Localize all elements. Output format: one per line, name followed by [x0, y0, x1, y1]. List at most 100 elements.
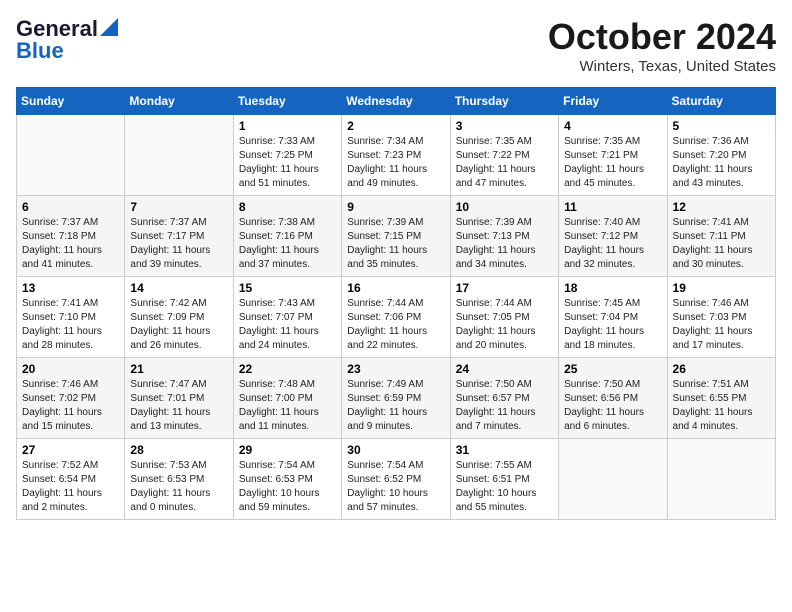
calendar-week-4: 27 Sunrise: 7:52 AMSunset: 6:54 PMDayligh… [17, 439, 776, 520]
day-number: 27 [22, 443, 119, 457]
logo-icon [100, 18, 118, 36]
calendar-week-2: 13 Sunrise: 7:41 AMSunset: 7:10 PMDayligh… [17, 277, 776, 358]
day-info: Sunrise: 7:36 AMSunset: 7:20 PMDaylight:… [673, 135, 770, 191]
day-info: Sunrise: 7:35 AMSunset: 7:21 PMDaylight:… [564, 135, 661, 191]
calendar-week-0: 1 Sunrise: 7:33 AMSunset: 7:25 PMDaylight… [17, 115, 776, 196]
title-area: October 2024 Winters, Texas, United Stat… [548, 16, 776, 75]
calendar-cell: 13 Sunrise: 7:41 AMSunset: 7:10 PMDayligh… [17, 277, 125, 358]
day-number: 3 [456, 119, 553, 133]
day-info: Sunrise: 7:37 AMSunset: 7:17 PMDaylight:… [130, 216, 227, 272]
calendar-cell: 19 Sunrise: 7:46 AMSunset: 7:03 PMDayligh… [667, 277, 775, 358]
day-info: Sunrise: 7:45 AMSunset: 7:04 PMDaylight:… [564, 297, 661, 353]
day-info: Sunrise: 7:55 AMSunset: 6:51 PMDaylight:… [456, 459, 553, 515]
day-info: Sunrise: 7:49 AMSunset: 6:59 PMDaylight:… [347, 378, 444, 434]
day-number: 6 [22, 200, 119, 214]
day-info: Sunrise: 7:46 AMSunset: 7:03 PMDaylight:… [673, 297, 770, 353]
calendar-cell: 16 Sunrise: 7:44 AMSunset: 7:06 PMDayligh… [342, 277, 450, 358]
calendar-cell [559, 439, 667, 520]
day-info: Sunrise: 7:41 AMSunset: 7:11 PMDaylight:… [673, 216, 770, 272]
day-info: Sunrise: 7:51 AMSunset: 6:55 PMDaylight:… [673, 378, 770, 434]
logo-blue: Blue [16, 38, 64, 64]
calendar-cell: 12 Sunrise: 7:41 AMSunset: 7:11 PMDayligh… [667, 196, 775, 277]
day-info: Sunrise: 7:35 AMSunset: 7:22 PMDaylight:… [456, 135, 553, 191]
day-info: Sunrise: 7:52 AMSunset: 6:54 PMDaylight:… [22, 459, 119, 515]
calendar-cell: 18 Sunrise: 7:45 AMSunset: 7:04 PMDayligh… [559, 277, 667, 358]
day-number: 17 [456, 281, 553, 295]
calendar-cell: 1 Sunrise: 7:33 AMSunset: 7:25 PMDaylight… [233, 115, 341, 196]
calendar-cell: 10Sunrise: 7:39 AMSunset: 7:13 PMDayligh… [450, 196, 558, 277]
day-number: 11 [564, 200, 661, 214]
calendar-cell: 8Sunrise: 7:38 AMSunset: 7:16 PMDaylight… [233, 196, 341, 277]
day-number: 23 [347, 362, 444, 376]
day-info: Sunrise: 7:44 AMSunset: 7:05 PMDaylight:… [456, 297, 553, 353]
calendar-cell: 9Sunrise: 7:39 AMSunset: 7:15 PMDaylight… [342, 196, 450, 277]
calendar-cell: 3 Sunrise: 7:35 AMSunset: 7:22 PMDaylight… [450, 115, 558, 196]
day-info: Sunrise: 7:40 AMSunset: 7:12 PMDaylight:… [564, 216, 661, 272]
day-info: Sunrise: 7:54 AMSunset: 6:53 PMDaylight:… [239, 459, 336, 515]
day-info: Sunrise: 7:46 AMSunset: 7:02 PMDaylight:… [22, 378, 119, 434]
day-number: 18 [564, 281, 661, 295]
day-number: 26 [673, 362, 770, 376]
calendar-table: SundayMondayTuesdayWednesdayThursdayFrid… [16, 87, 776, 520]
day-number: 16 [347, 281, 444, 295]
col-header-thursday: Thursday [450, 88, 558, 115]
calendar-cell [667, 439, 775, 520]
day-number: 29 [239, 443, 336, 457]
calendar-week-3: 20 Sunrise: 7:46 AMSunset: 7:02 PMDayligh… [17, 358, 776, 439]
calendar-cell: 30 Sunrise: 7:54 AMSunset: 6:52 PMDayligh… [342, 439, 450, 520]
calendar-cell: 22Sunrise: 7:48 AMSunset: 7:00 PMDayligh… [233, 358, 341, 439]
day-number: 2 [347, 119, 444, 133]
day-info: Sunrise: 7:37 AMSunset: 7:18 PMDaylight:… [22, 216, 119, 272]
day-number: 21 [130, 362, 227, 376]
day-number: 13 [22, 281, 119, 295]
day-number: 28 [130, 443, 227, 457]
calendar-cell: 29 Sunrise: 7:54 AMSunset: 6:53 PMDayligh… [233, 439, 341, 520]
day-number: 8 [239, 200, 336, 214]
day-info: Sunrise: 7:50 AMSunset: 6:57 PMDaylight:… [456, 378, 553, 434]
calendar-cell: 17 Sunrise: 7:44 AMSunset: 7:05 PMDayligh… [450, 277, 558, 358]
calendar-cell: 21 Sunrise: 7:47 AMSunset: 7:01 PMDayligh… [125, 358, 233, 439]
day-info: Sunrise: 7:50 AMSunset: 6:56 PMDaylight:… [564, 378, 661, 434]
calendar-cell: 27 Sunrise: 7:52 AMSunset: 6:54 PMDayligh… [17, 439, 125, 520]
day-number: 24 [456, 362, 553, 376]
day-info: Sunrise: 7:39 AMSunset: 7:13 PMDaylight:… [456, 216, 553, 272]
day-number: 19 [673, 281, 770, 295]
col-header-tuesday: Tuesday [233, 88, 341, 115]
day-info: Sunrise: 7:53 AMSunset: 6:53 PMDaylight:… [130, 459, 227, 515]
day-number: 12 [673, 200, 770, 214]
day-info: Sunrise: 7:47 AMSunset: 7:01 PMDaylight:… [130, 378, 227, 434]
day-number: 4 [564, 119, 661, 133]
calendar-cell: 15Sunrise: 7:43 AMSunset: 7:07 PMDayligh… [233, 277, 341, 358]
day-number: 20 [22, 362, 119, 376]
day-number: 7 [130, 200, 227, 214]
day-number: 30 [347, 443, 444, 457]
logo: General Blue [16, 16, 118, 64]
day-number: 9 [347, 200, 444, 214]
day-info: Sunrise: 7:41 AMSunset: 7:10 PMDaylight:… [22, 297, 119, 353]
calendar-cell: 25 Sunrise: 7:50 AMSunset: 6:56 PMDayligh… [559, 358, 667, 439]
day-info: Sunrise: 7:54 AMSunset: 6:52 PMDaylight:… [347, 459, 444, 515]
col-header-monday: Monday [125, 88, 233, 115]
calendar-cell: 11 Sunrise: 7:40 AMSunset: 7:12 PMDayligh… [559, 196, 667, 277]
day-number: 25 [564, 362, 661, 376]
calendar-cell: 28 Sunrise: 7:53 AMSunset: 6:53 PMDayligh… [125, 439, 233, 520]
day-info: Sunrise: 7:34 AMSunset: 7:23 PMDaylight:… [347, 135, 444, 191]
calendar-cell: 24 Sunrise: 7:50 AMSunset: 6:57 PMDayligh… [450, 358, 558, 439]
calendar-week-1: 6 Sunrise: 7:37 AMSunset: 7:18 PMDaylight… [17, 196, 776, 277]
col-header-saturday: Saturday [667, 88, 775, 115]
calendar-cell: 20 Sunrise: 7:46 AMSunset: 7:02 PMDayligh… [17, 358, 125, 439]
day-info: Sunrise: 7:33 AMSunset: 7:25 PMDaylight:… [239, 135, 336, 191]
day-number: 31 [456, 443, 553, 457]
calendar-cell: 23 Sunrise: 7:49 AMSunset: 6:59 PMDayligh… [342, 358, 450, 439]
month-title: October 2024 [548, 16, 776, 58]
calendar-cell: 14Sunrise: 7:42 AMSunset: 7:09 PMDayligh… [125, 277, 233, 358]
day-number: 1 [239, 119, 336, 133]
day-number: 22 [239, 362, 336, 376]
day-info: Sunrise: 7:44 AMSunset: 7:06 PMDaylight:… [347, 297, 444, 353]
col-header-friday: Friday [559, 88, 667, 115]
calendar-cell [125, 115, 233, 196]
calendar-cell: 5Sunrise: 7:36 AMSunset: 7:20 PMDaylight… [667, 115, 775, 196]
location: Winters, Texas, United States [548, 58, 776, 75]
col-header-wednesday: Wednesday [342, 88, 450, 115]
calendar-cell: 6 Sunrise: 7:37 AMSunset: 7:18 PMDaylight… [17, 196, 125, 277]
